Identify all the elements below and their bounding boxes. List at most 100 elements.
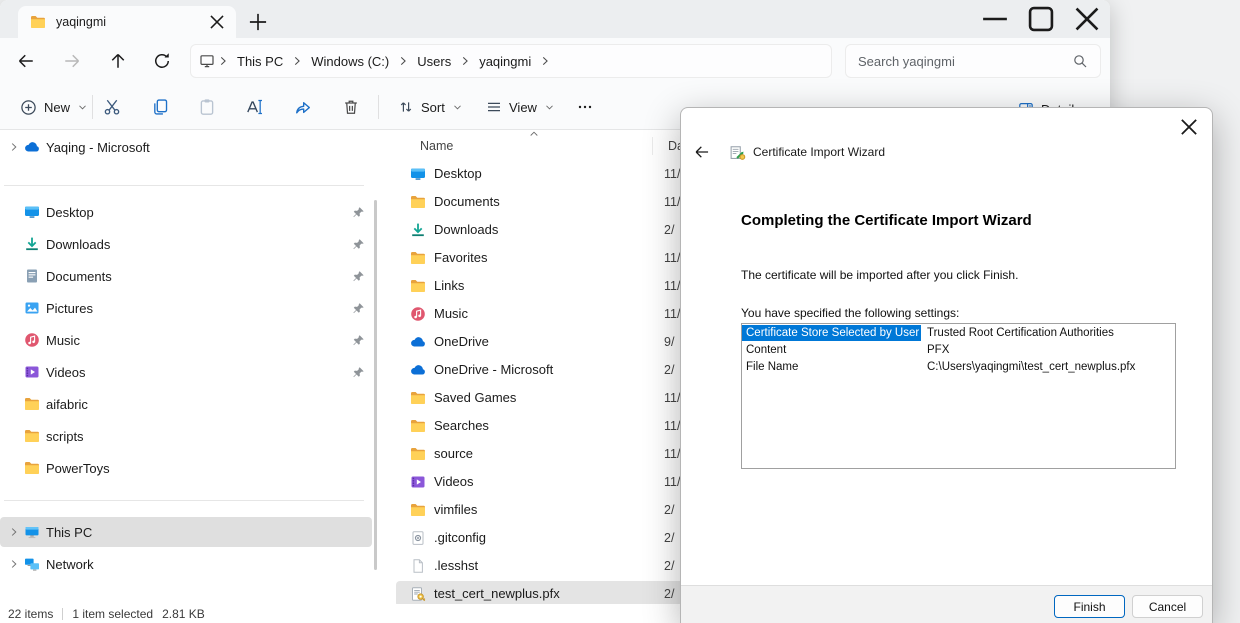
file-name: Documents — [434, 194, 500, 209]
more-options-button[interactable] — [566, 91, 604, 123]
breadcrumb-chevron-icon — [290, 54, 304, 68]
pin-icon — [352, 206, 365, 219]
copy-button[interactable] — [141, 91, 179, 123]
sidebar-item-label: Downloads — [46, 237, 110, 252]
sidebar-item-label: This PC — [46, 525, 92, 540]
settings-row[interactable]: File Name C:\Users\yaqingmi\test_cert_ne… — [742, 358, 1175, 375]
setting-value: PFX — [921, 344, 1175, 356]
sidebar-divider — [4, 500, 364, 501]
settings-table[interactable]: Certificate Store Selected by User Trust… — [741, 323, 1176, 469]
sidebar-item-aifabric[interactable]: aifabric — [0, 390, 372, 418]
sidebar-item-label: Yaqing - Microsoft — [46, 140, 150, 155]
sidebar-item-desktop[interactable]: Desktop — [0, 198, 372, 226]
cloud-icon — [410, 334, 426, 350]
videos-icon — [24, 364, 40, 380]
settings-row[interactable]: Content PFX — [742, 341, 1175, 358]
maximize-button[interactable] — [1018, 0, 1064, 38]
sidebar-item-powertoys[interactable]: PowerToys — [0, 454, 372, 482]
sidebar-scrollbar[interactable] — [374, 200, 377, 570]
close-button[interactable] — [1064, 0, 1110, 38]
file-name: OneDrive — [434, 334, 489, 349]
sidebar-item-network[interactable]: Network — [0, 549, 372, 579]
paste-button[interactable] — [188, 91, 226, 123]
sidebar-item-label: PowerToys — [46, 461, 110, 476]
sidebar-item-music[interactable]: Music — [0, 326, 372, 354]
folder-icon — [410, 250, 426, 266]
new-button-label: New — [44, 100, 70, 115]
cert-icon — [410, 586, 426, 602]
cut-icon — [103, 98, 121, 116]
sidebar-item-scripts[interactable]: scripts — [0, 422, 372, 450]
breadcrumb-item[interactable]: Users — [411, 52, 457, 71]
folder-icon — [410, 446, 426, 462]
expander-chevron-icon[interactable] — [8, 141, 20, 153]
sidebar-item-yaqing-microsoft[interactable]: Yaqing - Microsoft — [0, 132, 372, 162]
doc-icon — [410, 558, 426, 574]
breadcrumb-chevron-icon — [458, 54, 472, 68]
sort-icon — [398, 99, 414, 115]
finish-button[interactable]: Finish — [1054, 595, 1125, 618]
rename-icon — [246, 98, 264, 116]
chevron-down-icon — [77, 102, 88, 113]
file-date-modified: 11/ — [664, 419, 680, 433]
file-name: Videos — [434, 474, 474, 489]
explorer-tab[interactable]: yaqingmi — [18, 6, 236, 38]
file-name: .lesshst — [434, 558, 478, 573]
address-bar[interactable]: This PC Windows (C:) Users yaqingmi — [190, 44, 832, 78]
file-name: Searches — [434, 418, 489, 433]
column-separator[interactable] — [652, 137, 653, 155]
breadcrumb-item[interactable]: yaqingmi — [473, 52, 537, 71]
sidebar-item-label: Pictures — [46, 301, 93, 316]
file-date-modified: 9/ — [664, 335, 674, 349]
back-button[interactable] — [16, 51, 36, 71]
sidebar-item-videos[interactable]: Videos — [0, 358, 372, 386]
new-tab-button[interactable] — [246, 10, 270, 34]
rename-button[interactable] — [236, 91, 274, 123]
folder-icon — [410, 502, 426, 518]
file-date-modified: 11/ — [664, 251, 680, 265]
share-icon — [294, 98, 312, 116]
cut-button[interactable] — [93, 91, 131, 123]
folder-icon — [410, 390, 426, 406]
pin-icon — [352, 302, 365, 315]
status-divider — [62, 608, 63, 620]
items-count: 22 items — [8, 607, 53, 621]
name-column-header[interactable]: Name — [420, 139, 453, 153]
title-bar: yaqingmi — [0, 0, 1110, 38]
tab-close-icon[interactable] — [206, 11, 228, 33]
cloud-icon — [24, 139, 40, 155]
sidebar-item-documents[interactable]: Documents — [0, 262, 372, 290]
cancel-button[interactable]: Cancel — [1132, 595, 1203, 618]
sidebar-item-downloads[interactable]: Downloads — [0, 230, 372, 258]
search-box[interactable]: Search yaqingmi — [845, 44, 1101, 78]
wizard-back-button[interactable] — [693, 143, 711, 161]
sort-button[interactable]: Sort — [390, 92, 471, 122]
forward-button[interactable] — [62, 51, 82, 71]
dialog-close-button[interactable] — [1176, 114, 1202, 140]
file-name: vimfiles — [434, 502, 477, 517]
chevron-down-icon — [544, 102, 555, 113]
view-button[interactable]: View — [478, 92, 563, 122]
breadcrumb-item[interactable]: This PC — [231, 52, 289, 71]
new-button[interactable]: New — [12, 92, 96, 122]
file-date-modified: 2/ — [664, 587, 674, 601]
view-icon — [486, 99, 502, 115]
sort-button-label: Sort — [421, 100, 445, 115]
tab-title: yaqingmi — [56, 15, 206, 29]
breadcrumb-chevron-icon — [396, 54, 410, 68]
sidebar-item-this-pc[interactable]: This PC — [0, 517, 372, 547]
expander-chevron-icon[interactable] — [8, 558, 20, 570]
sidebar-item-label: Desktop — [46, 205, 94, 220]
expander-chevron-icon[interactable] — [8, 526, 20, 538]
screen: yaqingmi This PC Windows (C:) Users yaqingm… — [0, 0, 1240, 623]
pin-icon — [352, 366, 365, 379]
sidebar-item-pictures[interactable]: Pictures — [0, 294, 372, 322]
delete-button[interactable] — [332, 91, 370, 123]
settings-row[interactable]: Certificate Store Selected by User Trust… — [742, 324, 1175, 341]
breadcrumb-item[interactable]: Windows (C:) — [305, 52, 395, 71]
wizard-header: Certificate Import Wizard — [693, 142, 885, 162]
minimize-button[interactable] — [972, 0, 1018, 38]
share-button[interactable] — [284, 91, 322, 123]
up-button[interactable] — [108, 51, 128, 71]
refresh-button[interactable] — [152, 51, 172, 71]
